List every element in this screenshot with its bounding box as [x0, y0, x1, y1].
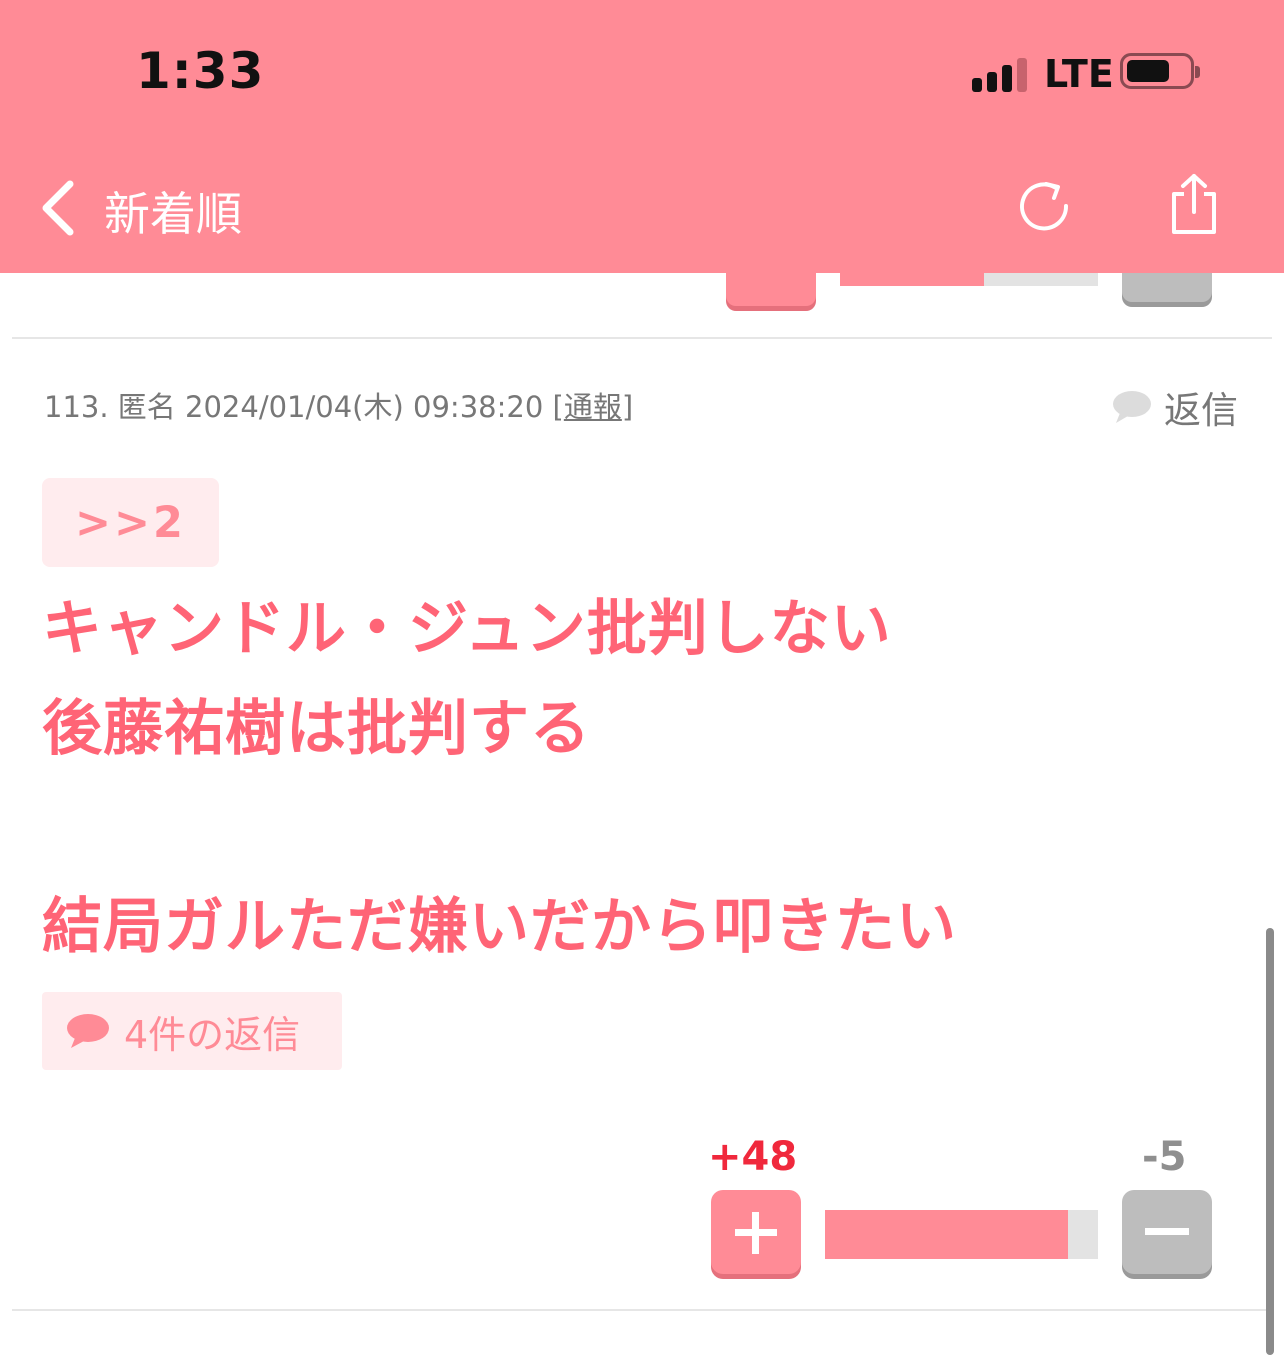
report-bracket-open: [ — [552, 390, 564, 424]
chevron-left-icon[interactable] — [36, 178, 80, 238]
cellular-signal-icon — [972, 56, 1032, 92]
comment-body-line: 結局ガルただ嫌いだから叩きたい — [42, 892, 957, 962]
speech-bubble-icon — [67, 1014, 109, 1048]
plus-vote-button[interactable] — [711, 1190, 801, 1274]
divider — [12, 1309, 1272, 1311]
minus-icon — [1145, 1228, 1189, 1235]
replies-count-label: 4件の返信 — [124, 1012, 301, 1057]
reply-label: 返信 — [1164, 389, 1238, 432]
report-link[interactable]: 通報 — [564, 390, 622, 424]
share-icon[interactable] — [1166, 172, 1222, 238]
status-time: 1:33 — [136, 42, 265, 100]
comment-datetime: 2024/01/04(木) 09:38:20 — [185, 390, 544, 424]
minus-vote-count: -5 — [1142, 1134, 1187, 1180]
anchor-link[interactable]: >>2 — [42, 478, 219, 567]
network-type: LTE — [1044, 52, 1114, 96]
battery-icon — [1120, 53, 1200, 89]
report-bracket-close: ] — [621, 390, 634, 424]
scrollbar[interactable] — [1266, 928, 1274, 1355]
app-header: 1:33 LTE 新着順 — [0, 0, 1284, 273]
comment-meta: 113. 匿名 2024/01/04(木) 09:38:20 [通報] — [44, 384, 633, 426]
comment-body-line: キャンドル・ジュン批判しない — [42, 594, 892, 664]
comment-body-line: 後藤祐樹は批判する — [42, 694, 591, 764]
reply-button[interactable]: 返信 — [1112, 380, 1238, 434]
minus-vote-button[interactable] — [1122, 1190, 1212, 1274]
refresh-icon[interactable] — [1016, 178, 1072, 234]
plus-vote-count: +48 — [708, 1134, 798, 1180]
speech-bubble-icon — [1113, 391, 1151, 423]
view-replies-button[interactable]: 4件の返信 — [42, 992, 342, 1070]
divider — [12, 337, 1272, 339]
vote-ratio-bar — [825, 1210, 1098, 1259]
nav-title[interactable]: 新着順 — [104, 178, 242, 244]
vote-ratio-fill — [825, 1210, 1068, 1259]
comment-author: 匿名 — [117, 390, 176, 424]
comment-number: 113. — [44, 390, 109, 424]
